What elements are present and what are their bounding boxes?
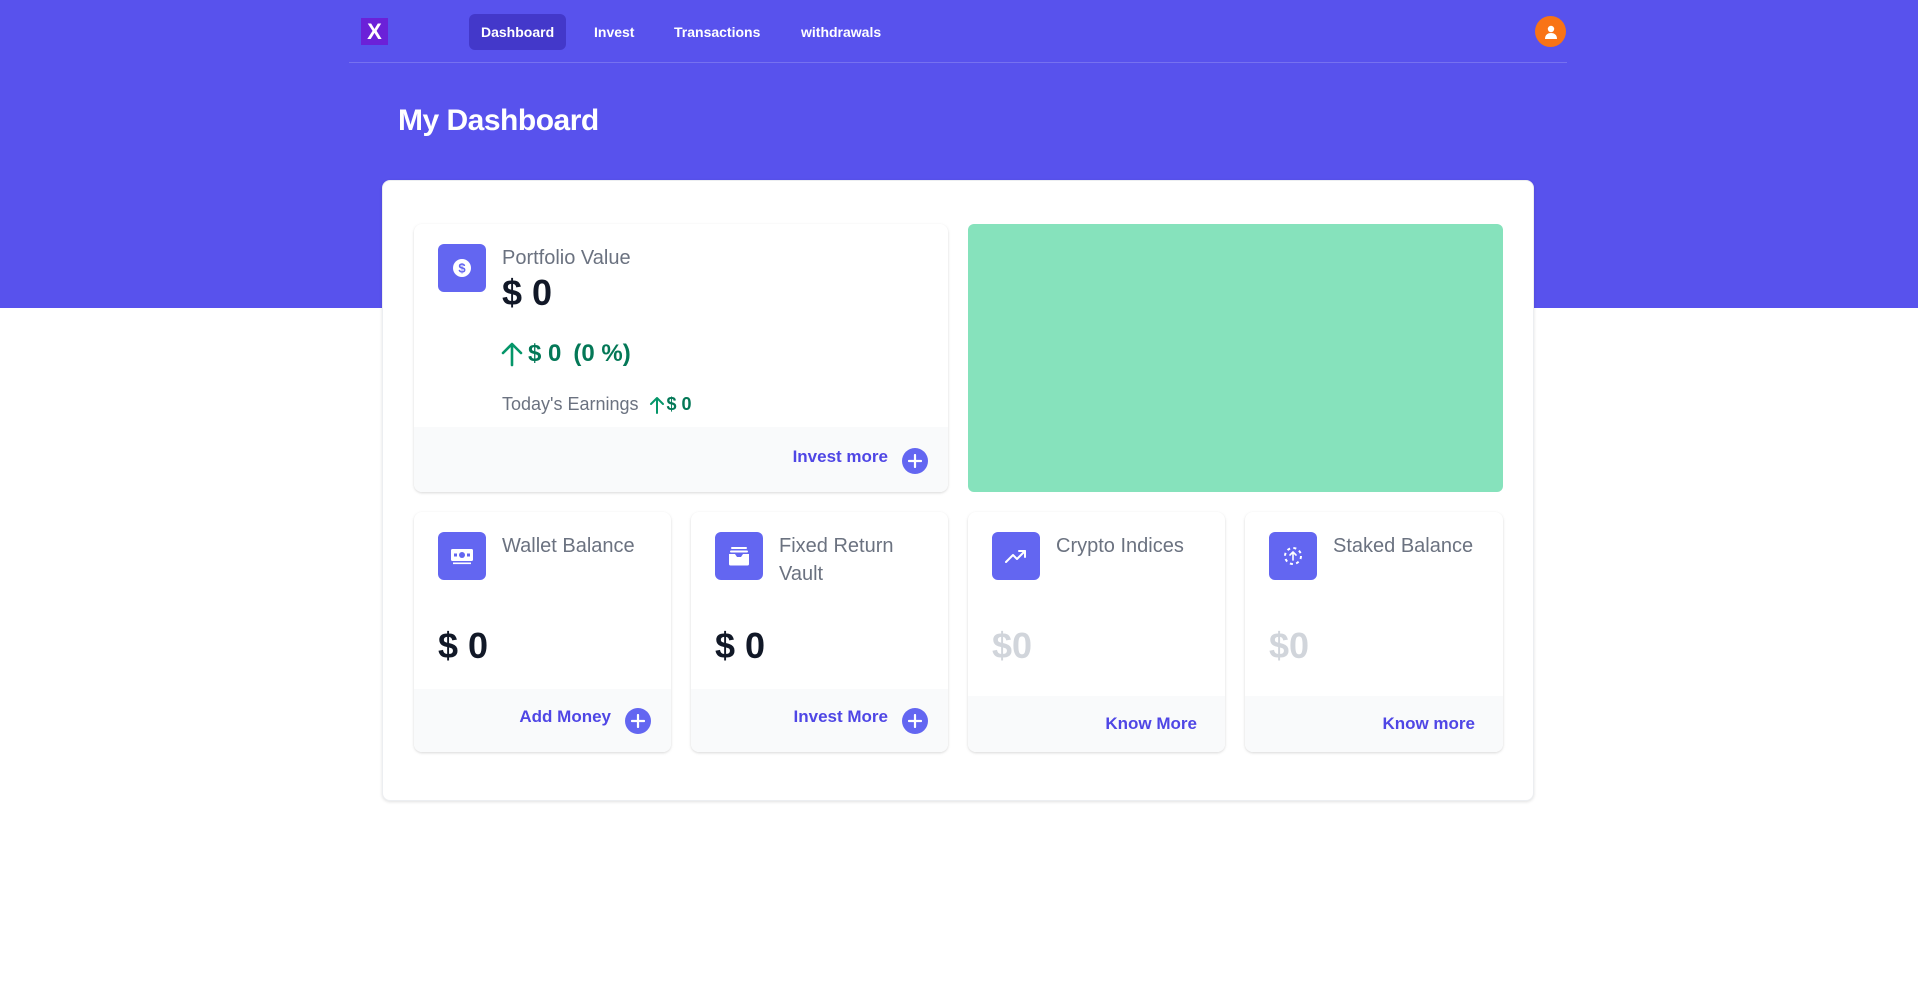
dashboard-panel: $ Portfolio Value $ 0 $ 0 (0 %) Today's … — [382, 180, 1534, 801]
wallet-balance-card: Wallet Balance $ 0 Add Money — [414, 512, 671, 752]
staked-balance-label: Staked Balance — [1333, 535, 1474, 557]
cash-icon — [438, 532, 486, 580]
portfolio-change: $ 0 (0 %) — [500, 340, 631, 368]
plus-icon — [631, 714, 645, 728]
nav-transactions[interactable]: Transactions — [662, 14, 772, 50]
crypto-indices-card: Crypto Indices $0 Know More — [968, 512, 1225, 752]
staked-card-footer: Know more — [1245, 696, 1503, 752]
wallet-balance-label: Wallet Balance — [502, 535, 635, 557]
staked-know-more-link[interactable]: Know more — [1382, 714, 1475, 734]
nav-dashboard[interactable]: Dashboard — [469, 14, 567, 50]
portfolio-value: $ 0 — [502, 272, 553, 313]
staked-balance-value: $0 — [1269, 625, 1310, 666]
dollar-coin-icon: $ — [438, 244, 486, 292]
add-money-link[interactable]: Add Money — [519, 707, 611, 727]
fixed-return-vault-value: $ 0 — [715, 625, 766, 666]
crypto-indices-value: $0 — [992, 625, 1033, 666]
nav-invest[interactable]: Invest — [582, 14, 646, 50]
crypto-card-footer: Know More — [968, 696, 1225, 752]
portfolio-change-percent: (0 %) — [573, 340, 631, 367]
portfolio-label: Portfolio Value — [502, 247, 631, 269]
page-title: My Dashboard — [398, 104, 599, 137]
wallet-card-footer: Add Money — [414, 689, 671, 752]
arrow-up-icon — [501, 342, 523, 367]
vault-card-footer: Invest More — [691, 689, 948, 752]
top-nav: X Dashboard Invest Transactions withdraw… — [349, 0, 1567, 63]
trending-up-icon — [992, 532, 1040, 580]
portfolio-card-footer: Invest more — [414, 427, 948, 492]
wallet-balance-value: $ 0 — [438, 625, 489, 666]
nav-withdrawals[interactable]: withdrawals — [789, 14, 893, 50]
promo-banner[interactable] — [968, 224, 1503, 492]
vault-invest-more-link[interactable]: Invest More — [794, 707, 888, 727]
add-money-button[interactable] — [625, 708, 651, 734]
stake-icon — [1269, 532, 1317, 580]
invest-more-link[interactable]: Invest more — [793, 447, 888, 467]
fixed-return-vault-card: Fixed Return Vault $ 0 Invest More — [691, 512, 948, 752]
portfolio-card: $ Portfolio Value $ 0 $ 0 (0 %) Today's … — [414, 224, 948, 492]
earnings-value: $ 0 — [666, 394, 692, 414]
vault-icon — [715, 532, 763, 580]
vault-invest-more-button[interactable] — [902, 708, 928, 734]
arrow-up-icon — [649, 396, 664, 414]
fixed-return-vault-label: Fixed Return Vault — [779, 535, 894, 585]
plus-icon — [908, 714, 922, 728]
earnings-label: Today's Earnings — [502, 394, 639, 414]
brand-logo[interactable]: X — [361, 18, 388, 45]
svg-text:$: $ — [458, 261, 466, 276]
crypto-indices-label: Crypto Indices — [1056, 535, 1184, 557]
invest-more-button[interactable] — [902, 448, 928, 474]
staked-balance-card: Staked Balance $0 Know more — [1245, 512, 1503, 752]
crypto-know-more-link[interactable]: Know More — [1105, 714, 1197, 734]
todays-earnings: Today's Earnings $ 0 — [502, 394, 692, 415]
portfolio-change-value: $ 0 — [528, 340, 562, 367]
user-avatar-button[interactable] — [1535, 16, 1566, 47]
user-icon — [1544, 25, 1557, 39]
plus-icon — [908, 454, 922, 468]
